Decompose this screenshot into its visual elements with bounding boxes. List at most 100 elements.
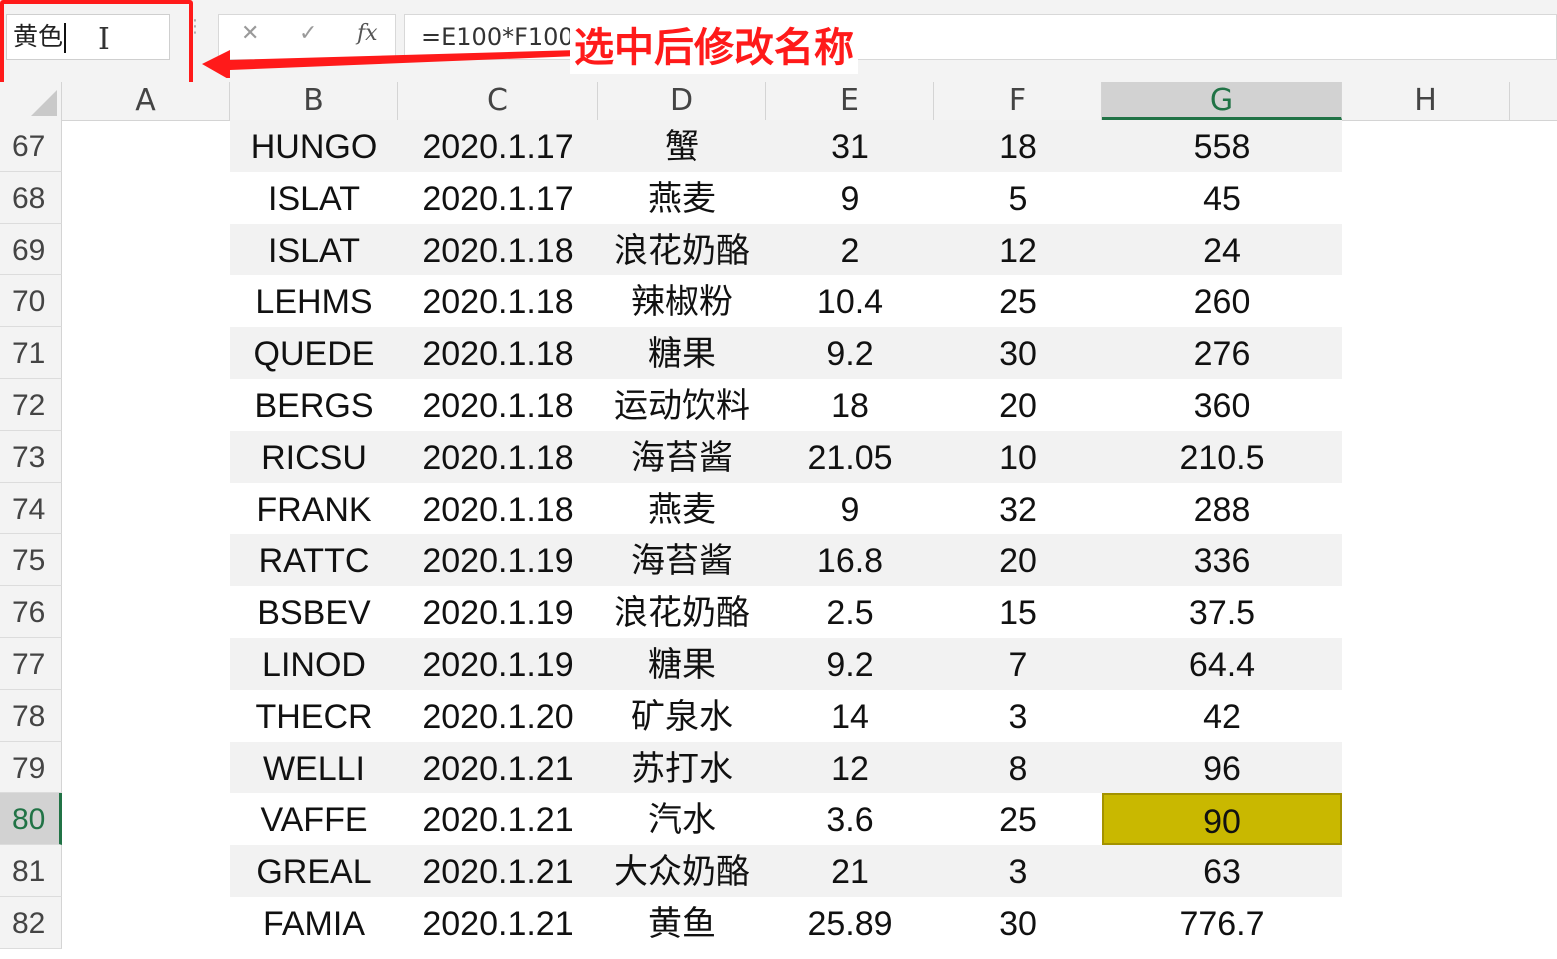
cell-e[interactable]: 3.6 [766, 793, 934, 845]
cell-b[interactable]: ISLAT [230, 224, 398, 276]
cell-g[interactable]: 336 [1102, 534, 1342, 586]
cell-d[interactable]: 糖果 [598, 327, 766, 379]
row-header[interactable]: 73 [0, 430, 62, 483]
cell-c[interactable]: 2020.1.18 [398, 224, 598, 276]
cell-d[interactable]: 海苔酱 [598, 534, 766, 586]
cell-c[interactable]: 2020.1.18 [398, 379, 598, 431]
cell-c[interactable]: 2020.1.18 [398, 275, 598, 327]
column-header-h[interactable]: H [1342, 82, 1510, 120]
row-header[interactable]: 79 [0, 741, 62, 794]
row-header[interactable]: 78 [0, 689, 62, 742]
cell-h[interactable] [1342, 379, 1510, 431]
cell-h[interactable] [1342, 638, 1510, 690]
cell-d[interactable]: 矿泉水 [598, 690, 766, 742]
cell-d[interactable]: 浪花奶酪 [598, 586, 766, 638]
cell-d[interactable]: 糖果 [598, 638, 766, 690]
cell-b[interactable]: QUEDE [230, 327, 398, 379]
cell-f[interactable]: 7 [934, 638, 1102, 690]
cell-e[interactable]: 18 [766, 379, 934, 431]
cell-g[interactable]: 276 [1102, 327, 1342, 379]
cell-h[interactable] [1342, 793, 1510, 845]
cell-d[interactable]: 运动饮料 [598, 379, 766, 431]
row-header[interactable]: 76 [0, 586, 62, 638]
cell-e[interactable]: 10.4 [766, 275, 934, 327]
cell-f[interactable]: 3 [934, 690, 1102, 742]
cell-h[interactable] [1342, 275, 1510, 327]
cell-e[interactable]: 12 [766, 742, 934, 794]
cell-f[interactable]: 18 [934, 120, 1102, 172]
cell-d[interactable]: 汽水 [598, 793, 766, 845]
cell-c[interactable]: 2020.1.17 [398, 120, 598, 172]
cell-f[interactable]: 5 [934, 172, 1102, 224]
cell-c[interactable]: 2020.1.20 [398, 690, 598, 742]
cell-g[interactable]: 37.5 [1102, 586, 1342, 638]
cell-g[interactable]: 96 [1102, 742, 1342, 794]
cell-b[interactable]: RICSU [230, 431, 398, 483]
cell-h[interactable] [1342, 483, 1510, 535]
row-header[interactable]: 74 [0, 482, 62, 535]
cell-b[interactable]: LEHMS [230, 275, 398, 327]
cell-h[interactable] [1342, 534, 1510, 586]
cell-a[interactable] [62, 172, 230, 224]
cell-b[interactable]: BSBEV [230, 586, 398, 638]
cell-f[interactable]: 25 [934, 275, 1102, 327]
cell-a[interactable] [62, 793, 230, 845]
cell-f[interactable]: 25 [934, 793, 1102, 845]
cell-d[interactable]: 黄鱼 [598, 897, 766, 949]
cell-e[interactable]: 9 [766, 483, 934, 535]
row-header[interactable]: 82 [0, 896, 62, 949]
cell-a[interactable] [62, 690, 230, 742]
column-header-e[interactable]: E [766, 82, 934, 120]
row-header[interactable]: 72 [0, 378, 62, 431]
cell-a[interactable] [62, 534, 230, 586]
cell-b[interactable]: ISLAT [230, 172, 398, 224]
select-all-corner[interactable] [0, 82, 62, 120]
cell-e[interactable]: 14 [766, 690, 934, 742]
row-header[interactable]: 70 [0, 275, 62, 328]
cell-b[interactable]: HUNGO [230, 120, 398, 172]
cell-g[interactable]: 260 [1102, 275, 1342, 327]
cell-h[interactable] [1342, 897, 1510, 949]
cell-c[interactable]: 2020.1.21 [398, 897, 598, 949]
cell-c[interactable]: 2020.1.19 [398, 586, 598, 638]
cell-g[interactable]: 360 [1102, 379, 1342, 431]
column-header-d[interactable]: D [598, 82, 766, 120]
cell-c[interactable]: 2020.1.21 [398, 742, 598, 794]
cell-a[interactable] [62, 431, 230, 483]
cell-f[interactable]: 3 [934, 845, 1102, 897]
cell-h[interactable] [1342, 431, 1510, 483]
cell-h[interactable] [1342, 742, 1510, 794]
cell-h[interactable] [1342, 327, 1510, 379]
cell-e[interactable]: 16.8 [766, 534, 934, 586]
cell-e[interactable]: 9 [766, 172, 934, 224]
row-header[interactable]: 67 [0, 120, 62, 172]
cell-a[interactable] [62, 275, 230, 327]
column-header-g[interactable]: G [1102, 82, 1342, 120]
cell-e[interactable]: 2.5 [766, 586, 934, 638]
cell-d[interactable]: 海苔酱 [598, 431, 766, 483]
cell-b[interactable]: LINOD [230, 638, 398, 690]
row-header[interactable]: 68 [0, 171, 62, 224]
cell-e[interactable]: 9.2 [766, 638, 934, 690]
row-header[interactable]: 80 [0, 793, 62, 846]
cell-b[interactable]: VAFFE [230, 793, 398, 845]
cell-g[interactable]: 42 [1102, 690, 1342, 742]
column-header-a[interactable]: A [62, 82, 230, 120]
row-header[interactable]: 81 [0, 845, 62, 897]
cell-d[interactable]: 苏打水 [598, 742, 766, 794]
cell-e[interactable]: 21.05 [766, 431, 934, 483]
row-header[interactable]: 71 [0, 327, 62, 379]
cell-h[interactable] [1342, 224, 1510, 276]
cell-a[interactable] [62, 845, 230, 897]
cell-f[interactable]: 8 [934, 742, 1102, 794]
cell-g[interactable]: 288 [1102, 483, 1342, 535]
cell-e[interactable]: 9.2 [766, 327, 934, 379]
cell-b[interactable]: GREAL [230, 845, 398, 897]
cell-g[interactable]: 90 [1102, 793, 1342, 846]
cell-c[interactable]: 2020.1.19 [398, 638, 598, 690]
column-header-c[interactable]: C [398, 82, 598, 120]
cell-b[interactable]: FRANK [230, 483, 398, 535]
cell-d[interactable]: 燕麦 [598, 172, 766, 224]
cell-h[interactable] [1342, 690, 1510, 742]
cell-a[interactable] [62, 327, 230, 379]
